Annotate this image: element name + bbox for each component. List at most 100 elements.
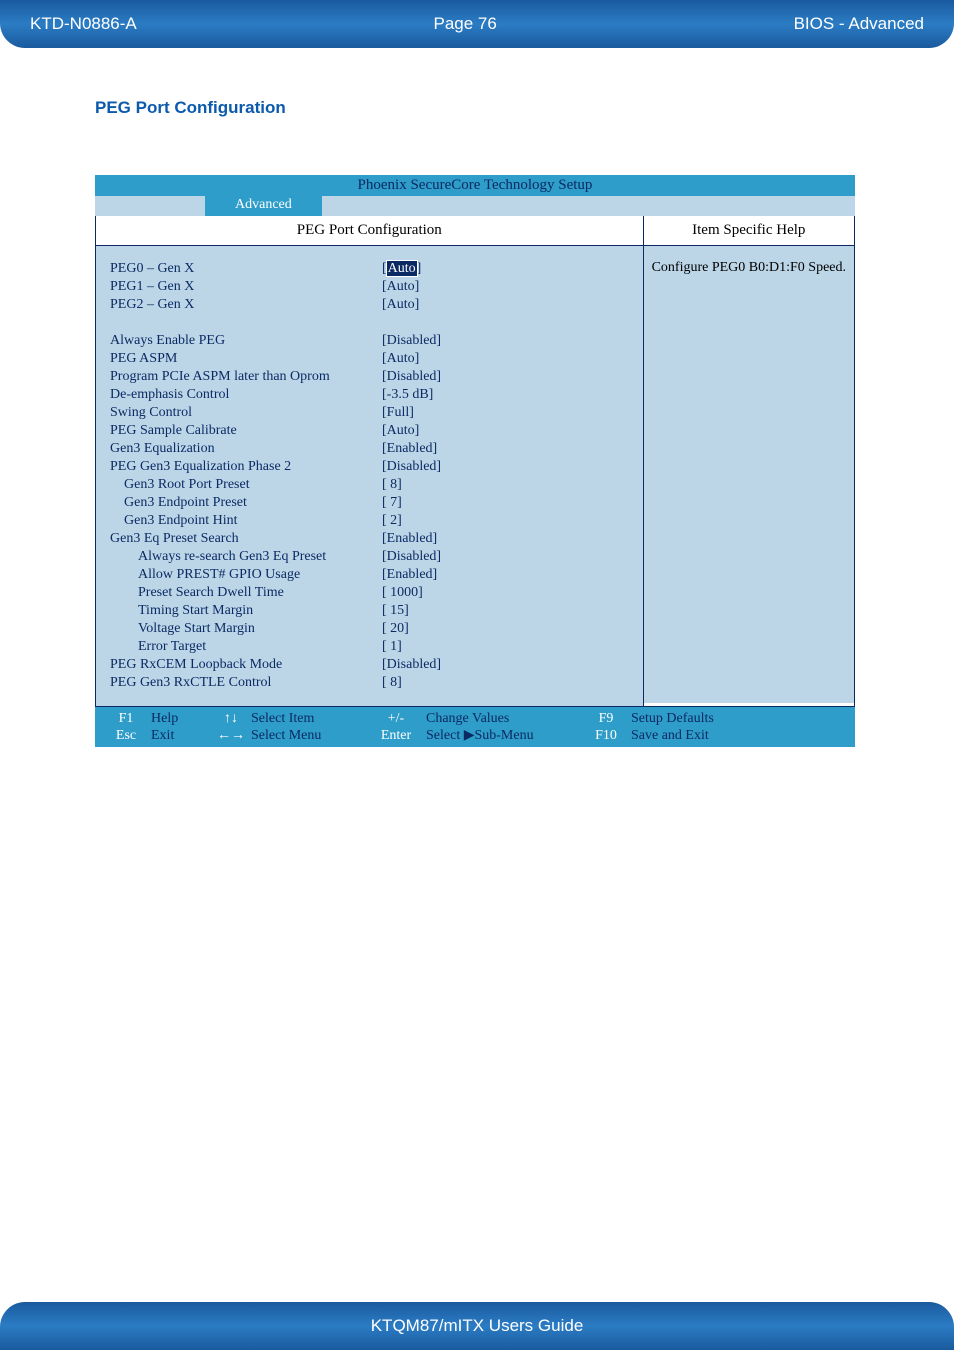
action-select-item: Select Item <box>251 710 366 727</box>
footer-row-2: Esc Exit ←→ Select Menu Enter Select ▶Su… <box>101 727 849 744</box>
left-pane-header: PEG Port Configuration <box>96 216 643 246</box>
action-select-menu: Select Menu <box>251 727 366 744</box>
section-heading: PEG Port Configuration <box>95 98 954 118</box>
setting-label: PEG ASPM <box>110 350 382 368</box>
setting-label: Gen3 Endpoint Hint <box>110 512 382 530</box>
setting-value: [Full] <box>382 404 414 422</box>
setting-value: [Disabled] <box>382 458 441 476</box>
setting-value: [ 1000] <box>382 584 423 602</box>
key-plusminus: +/- <box>366 710 426 727</box>
setting-row[interactable]: Allow PREST# GPIO Usage[Enabled] <box>110 566 631 584</box>
setting-row[interactable]: Gen3 Endpoint Preset[ 7] <box>110 494 631 512</box>
setting-row[interactable]: De-emphasis Control[-3.5 dB] <box>110 386 631 404</box>
page-number: Page 76 <box>434 14 497 34</box>
setting-row[interactable]: Gen3 Equalization[Enabled] <box>110 440 631 458</box>
setting-label: Voltage Start Margin <box>110 620 382 638</box>
doc-id: KTD-N0886-A <box>30 14 137 34</box>
key-updown: ↑↓ <box>211 710 251 727</box>
setting-value: [-3.5 dB] <box>382 386 433 404</box>
key-f9: F9 <box>581 710 631 727</box>
setting-row[interactable]: PEG Sample Calibrate[Auto] <box>110 422 631 440</box>
right-pane-header: Item Specific Help <box>644 216 854 246</box>
bios-screenshot: Phoenix SecureCore Technology Setup Adva… <box>95 175 855 747</box>
setting-value: [Auto] <box>382 260 421 278</box>
setting-row[interactable]: Gen3 Endpoint Hint[ 2] <box>110 512 631 530</box>
setting-value: [Auto] <box>382 296 419 314</box>
bios-title: Phoenix SecureCore Technology Setup <box>95 175 855 196</box>
setting-value: [Enabled] <box>382 530 437 548</box>
setting-row[interactable]: PEG ASPM[Auto] <box>110 350 631 368</box>
setting-row[interactable]: Swing Control[Full] <box>110 404 631 422</box>
key-enter: Enter <box>366 727 426 744</box>
setting-row[interactable]: Always re-search Gen3 Eq Preset[Disabled… <box>110 548 631 566</box>
setting-label: Always Enable PEG <box>110 332 382 350</box>
setting-row[interactable]: Gen3 Eq Preset Search[Enabled] <box>110 530 631 548</box>
setting-row[interactable]: Voltage Start Margin[ 20] <box>110 620 631 638</box>
setting-label: PEG0 – Gen X <box>110 260 382 278</box>
setting-row[interactable]: Always Enable PEG[Disabled] <box>110 332 631 350</box>
bios-body: PEG Port Configuration PEG0 – Gen X[Auto… <box>95 216 855 707</box>
action-change-values: Change Values <box>426 710 581 727</box>
setting-value: [Auto] <box>382 422 419 440</box>
setting-label: PEG Gen3 Equalization Phase 2 <box>110 458 382 476</box>
bios-left-pane: PEG Port Configuration PEG0 – Gen X[Auto… <box>96 216 644 706</box>
setting-value: [Auto] <box>382 350 419 368</box>
action-exit: Exit <box>151 727 211 744</box>
setting-label: Gen3 Equalization <box>110 440 382 458</box>
setting-row[interactable]: PEG1 – Gen X[Auto] <box>110 278 631 296</box>
setting-label: PEG Gen3 RxCTLE Control <box>110 674 382 692</box>
setting-label: De-emphasis Control <box>110 386 382 404</box>
setting-label: PEG1 – Gen X <box>110 278 382 296</box>
page-footer-banner: KTQM87/mITX Users Guide <box>0 1302 954 1350</box>
section-name: BIOS - Advanced <box>794 14 924 34</box>
page-header-banner: KTD-N0886-A Page 76 BIOS - Advanced <box>0 0 954 48</box>
setting-label: PEG Sample Calibrate <box>110 422 382 440</box>
setting-row[interactable]: Gen3 Root Port Preset[ 8] <box>110 476 631 494</box>
setting-label: PEG RxCEM Loopback Mode <box>110 656 382 674</box>
setting-row[interactable]: PEG Gen3 RxCTLE Control[ 8] <box>110 674 631 692</box>
bios-help-pane: Item Specific Help Configure PEG0 B0:D1:… <box>644 216 854 706</box>
setting-label: Error Target <box>110 638 382 656</box>
setting-row[interactable]: PEG2 – Gen X[Auto] <box>110 296 631 314</box>
setting-value: [ 2] <box>382 512 402 530</box>
setting-value: [Enabled] <box>382 566 437 584</box>
tab-advanced[interactable]: Advanced <box>205 196 322 216</box>
key-f10: F10 <box>581 727 631 744</box>
setting-row[interactable]: PEG0 – Gen X[Auto] <box>110 260 631 278</box>
setting-label: Allow PREST# GPIO Usage <box>110 566 382 584</box>
setting-value: [Disabled] <box>382 656 441 674</box>
help-text: Configure PEG0 B0:D1:F0 Speed. <box>644 246 854 703</box>
key-leftright: ←→ <box>211 727 251 744</box>
setting-row[interactable]: Error Target[ 1] <box>110 638 631 656</box>
key-f1: F1 <box>101 710 151 727</box>
bios-footer-keys: F1 Help ↑↓ Select Item +/- Change Values… <box>95 707 855 747</box>
setting-row[interactable]: PEG RxCEM Loopback Mode[Disabled] <box>110 656 631 674</box>
setting-value: [Auto] <box>382 278 419 296</box>
setting-label: Gen3 Endpoint Preset <box>110 494 382 512</box>
setting-value: [ 8] <box>382 476 402 494</box>
setting-label: Program PCIe ASPM later than Oprom <box>110 368 382 386</box>
setting-value: [Disabled] <box>382 332 441 350</box>
setting-label: Timing Start Margin <box>110 602 382 620</box>
setting-row[interactable]: PEG Gen3 Equalization Phase 2[Disabled] <box>110 458 631 476</box>
setting-row[interactable]: Program PCIe ASPM later than Oprom[Disab… <box>110 368 631 386</box>
settings-list: PEG0 – Gen X[Auto]PEG1 – Gen X[Auto]PEG2… <box>96 246 643 706</box>
setting-value: [ 1] <box>382 638 402 656</box>
setting-label: Gen3 Root Port Preset <box>110 476 382 494</box>
setting-row[interactable]: Preset Search Dwell Time[ 1000] <box>110 584 631 602</box>
setting-label: Always re-search Gen3 Eq Preset <box>110 548 382 566</box>
setting-value: [ 15] <box>382 602 409 620</box>
setting-label: Gen3 Eq Preset Search <box>110 530 382 548</box>
action-help: Help <box>151 710 211 727</box>
setting-value: [ 20] <box>382 620 409 638</box>
key-esc: Esc <box>101 727 151 744</box>
setting-label: Swing Control <box>110 404 382 422</box>
action-save-exit: Save and Exit <box>631 727 771 744</box>
footer-title: KTQM87/mITX Users Guide <box>371 1316 584 1336</box>
setting-row[interactable]: Timing Start Margin[ 15] <box>110 602 631 620</box>
setting-value: [Disabled] <box>382 548 441 566</box>
setting-label: PEG2 – Gen X <box>110 296 382 314</box>
action-setup-defaults: Setup Defaults <box>631 710 771 727</box>
setting-value: [ 7] <box>382 494 402 512</box>
footer-row-1: F1 Help ↑↓ Select Item +/- Change Values… <box>101 710 849 727</box>
